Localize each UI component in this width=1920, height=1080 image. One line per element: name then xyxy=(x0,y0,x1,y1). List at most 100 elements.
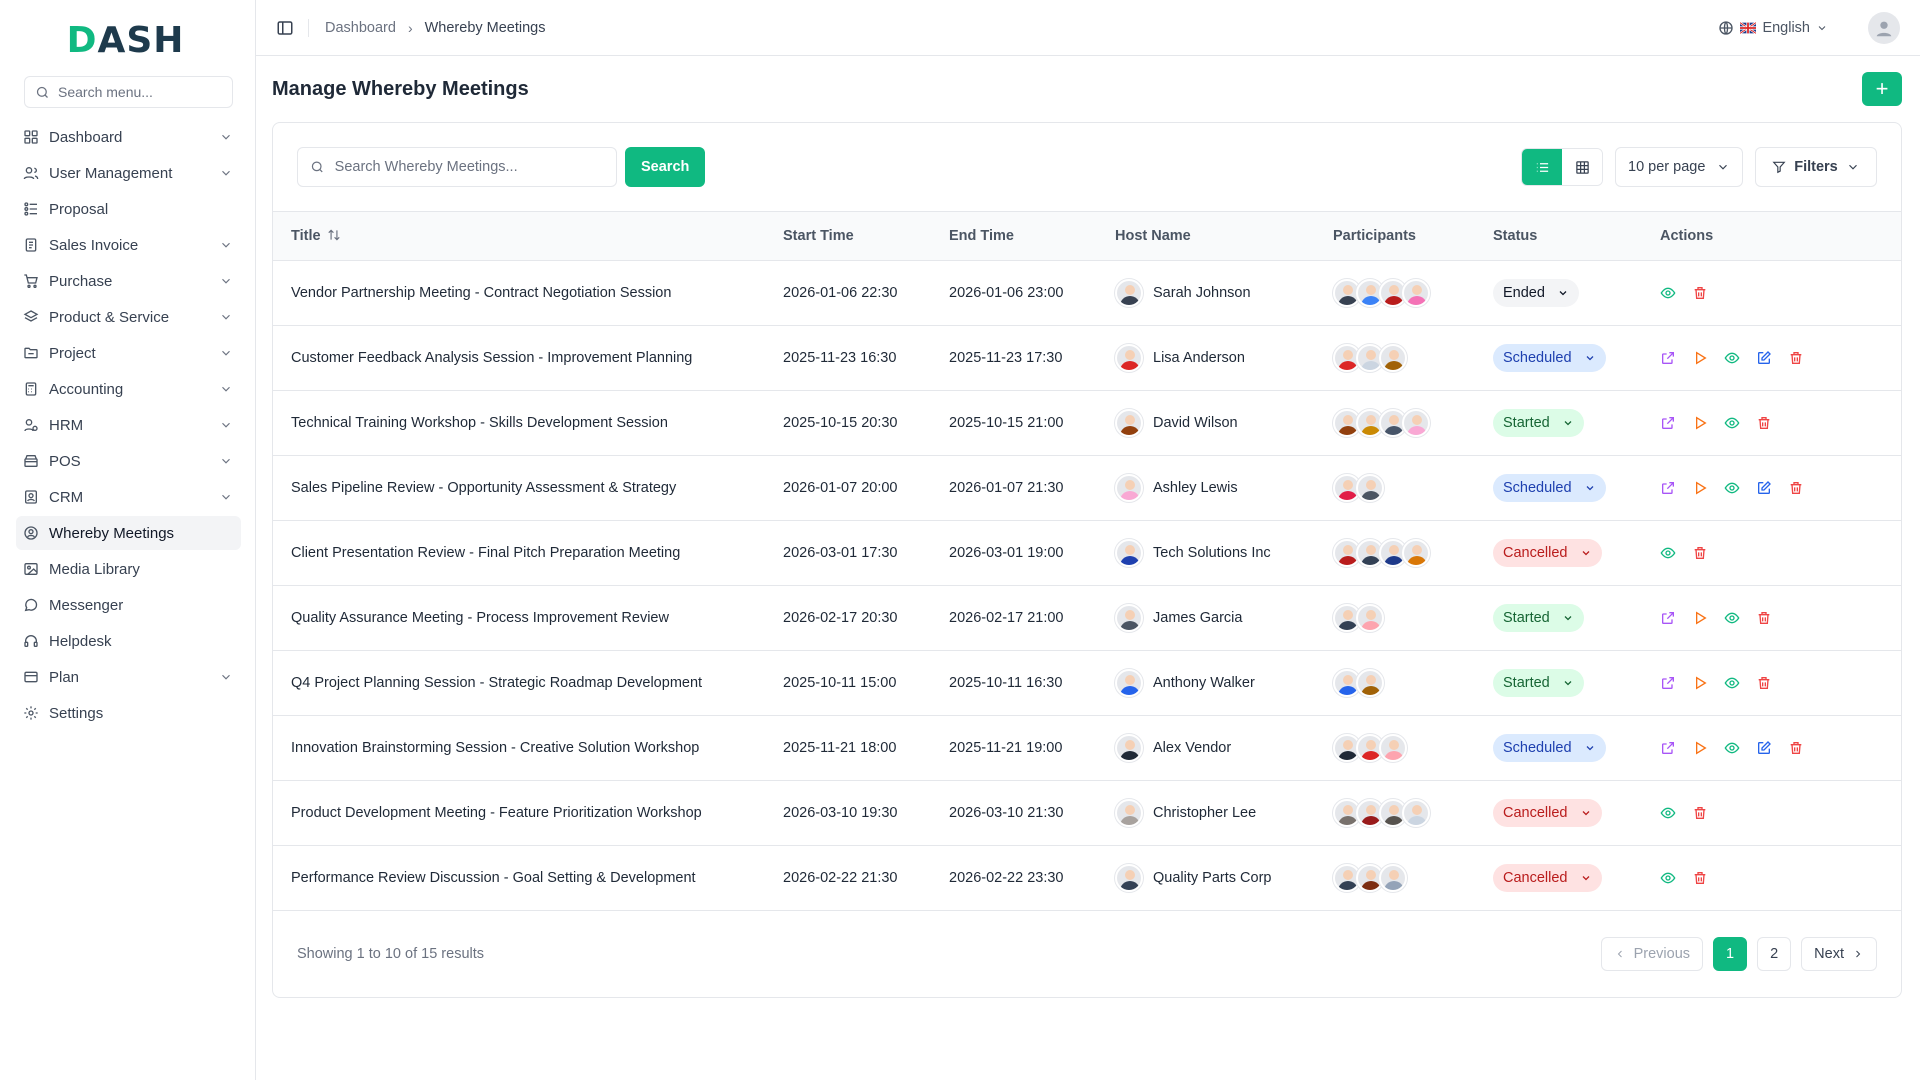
trash-icon[interactable] xyxy=(1788,480,1804,496)
eye-icon[interactable] xyxy=(1724,740,1740,756)
sidebar-item-proposal[interactable]: Proposal xyxy=(16,192,241,226)
sidebar-item-plan[interactable]: Plan xyxy=(16,660,241,694)
participants-cell xyxy=(1333,845,1493,911)
previous-page-button[interactable]: Previous xyxy=(1600,936,1704,971)
chevron-down-icon xyxy=(222,458,230,464)
eye-icon[interactable] xyxy=(1724,415,1740,431)
trash-icon[interactable] xyxy=(1692,805,1708,821)
add-meeting-button[interactable]: + xyxy=(1862,72,1902,106)
hrm-icon xyxy=(22,416,40,434)
eye-icon[interactable] xyxy=(1724,350,1740,366)
column-title[interactable]: Title xyxy=(273,212,783,261)
per-page-select[interactable]: 10 per page xyxy=(1615,147,1743,187)
trash-icon[interactable] xyxy=(1756,610,1772,626)
open-link-icon[interactable] xyxy=(1660,740,1676,756)
page-1-button[interactable]: 1 xyxy=(1713,936,1748,971)
page-2-button[interactable]: 2 xyxy=(1757,936,1792,971)
user-avatar[interactable] xyxy=(1868,11,1900,44)
host-cell: David Wilson xyxy=(1115,390,1333,456)
trash-icon[interactable] xyxy=(1692,545,1708,561)
play-icon[interactable] xyxy=(1692,480,1708,496)
status-dropdown[interactable]: Cancelled xyxy=(1493,538,1602,567)
sidebar-item-dashboard[interactable]: Dashboard xyxy=(16,120,241,154)
status-dropdown[interactable]: Started xyxy=(1493,668,1584,697)
status-dropdown[interactable]: Started xyxy=(1493,408,1584,437)
breadcrumb-dashboard[interactable]: Dashboard xyxy=(325,20,396,36)
edit-icon[interactable] xyxy=(1756,350,1772,366)
trash-icon[interactable] xyxy=(1756,675,1772,691)
sidebar-item-user-management[interactable]: User Management xyxy=(16,156,241,190)
trash-icon[interactable] xyxy=(1756,415,1772,431)
sidebar-item-helpdesk[interactable]: Helpdesk xyxy=(16,624,241,658)
sidebar-item-pos[interactable]: POS xyxy=(16,444,241,478)
eye-icon[interactable] xyxy=(1660,545,1676,561)
trash-icon[interactable] xyxy=(1692,870,1708,886)
sidebar-search[interactable]: Search menu... xyxy=(24,76,233,108)
play-icon[interactable] xyxy=(1692,610,1708,626)
trash-icon[interactable] xyxy=(1788,740,1804,756)
sidebar-toggle-icon[interactable] xyxy=(276,19,294,37)
grid-view-button[interactable] xyxy=(1562,149,1602,185)
next-page-button[interactable]: Next xyxy=(1801,936,1877,971)
language-selector[interactable]: English xyxy=(1718,20,1828,36)
play-icon[interactable] xyxy=(1692,350,1708,366)
start-time: 2026-03-01 17:30 xyxy=(783,520,949,586)
chevron-down-icon xyxy=(1582,550,1589,555)
per-page-value: 10 per page xyxy=(1628,159,1706,175)
open-link-icon[interactable] xyxy=(1660,480,1676,496)
eye-icon[interactable] xyxy=(1660,805,1676,821)
list-view-button[interactable] xyxy=(1522,149,1562,185)
eye-icon[interactable] xyxy=(1724,610,1740,626)
participants-cell xyxy=(1333,780,1493,846)
edit-icon[interactable] xyxy=(1756,740,1772,756)
actions-cell xyxy=(1660,325,1901,391)
sidebar-item-media-library[interactable]: Media Library xyxy=(16,552,241,586)
sidebar-item-accounting[interactable]: Accounting xyxy=(16,372,241,406)
page-header: Manage Whereby Meetings + xyxy=(272,72,1902,106)
sidebar-item-crm[interactable]: CRM xyxy=(16,480,241,514)
chevron-right-icon xyxy=(1856,950,1861,957)
status-dropdown[interactable]: Scheduled xyxy=(1493,343,1606,372)
brand-logo[interactable]: DASH xyxy=(10,18,241,62)
status-dropdown[interactable]: Scheduled xyxy=(1493,733,1606,762)
edit-icon[interactable] xyxy=(1756,480,1772,496)
sidebar-item-messenger[interactable]: Messenger xyxy=(16,588,241,622)
host-name: Alex Vendor xyxy=(1153,739,1232,756)
status-badge: Scheduled xyxy=(1503,349,1572,366)
meeting-search-input[interactable] xyxy=(334,159,604,175)
status-dropdown[interactable]: Started xyxy=(1493,603,1584,632)
sidebar-item-product-and-service[interactable]: Product & Service xyxy=(16,300,241,334)
play-icon[interactable] xyxy=(1692,415,1708,431)
eye-icon[interactable] xyxy=(1660,870,1676,886)
sidebar-item-purchase[interactable]: Purchase xyxy=(16,264,241,298)
status-dropdown[interactable]: Cancelled xyxy=(1493,863,1602,892)
open-link-icon[interactable] xyxy=(1660,350,1676,366)
sidebar-item-whereby-meetings[interactable]: Whereby Meetings xyxy=(16,516,241,550)
status-dropdown[interactable]: Cancelled xyxy=(1493,798,1602,827)
eye-icon[interactable] xyxy=(1724,480,1740,496)
trash-icon[interactable] xyxy=(1692,285,1708,301)
meeting-title: Sales Pipeline Review - Opportunity Asse… xyxy=(273,455,783,521)
page-title: Manage Whereby Meetings xyxy=(272,77,529,100)
play-icon[interactable] xyxy=(1692,675,1708,691)
open-link-icon[interactable] xyxy=(1660,415,1676,431)
sidebar-item-project[interactable]: Project xyxy=(16,336,241,370)
status-badge: Scheduled xyxy=(1503,479,1572,496)
status-dropdown[interactable]: Scheduled xyxy=(1493,473,1606,502)
sidebar-item-label: Whereby Meetings xyxy=(49,524,175,542)
trash-icon[interactable] xyxy=(1788,350,1804,366)
eye-icon[interactable] xyxy=(1660,285,1676,301)
search-button[interactable]: Search xyxy=(625,147,706,187)
meeting-title: Technical Training Workshop - Skills Dev… xyxy=(273,390,783,456)
sidebar-item-settings[interactable]: Settings xyxy=(16,696,241,730)
actions-cell xyxy=(1660,780,1901,846)
sidebar-item-hrm[interactable]: HRM xyxy=(16,408,241,442)
status-dropdown[interactable]: Ended xyxy=(1493,278,1579,307)
eye-icon[interactable] xyxy=(1724,675,1740,691)
sidebar-item-sales-invoice[interactable]: Sales Invoice xyxy=(16,228,241,262)
open-link-icon[interactable] xyxy=(1660,610,1676,626)
open-link-icon[interactable] xyxy=(1660,675,1676,691)
play-icon[interactable] xyxy=(1692,740,1708,756)
host-name: Christopher Lee xyxy=(1153,804,1257,821)
filters-button[interactable]: Filters xyxy=(1755,147,1877,187)
